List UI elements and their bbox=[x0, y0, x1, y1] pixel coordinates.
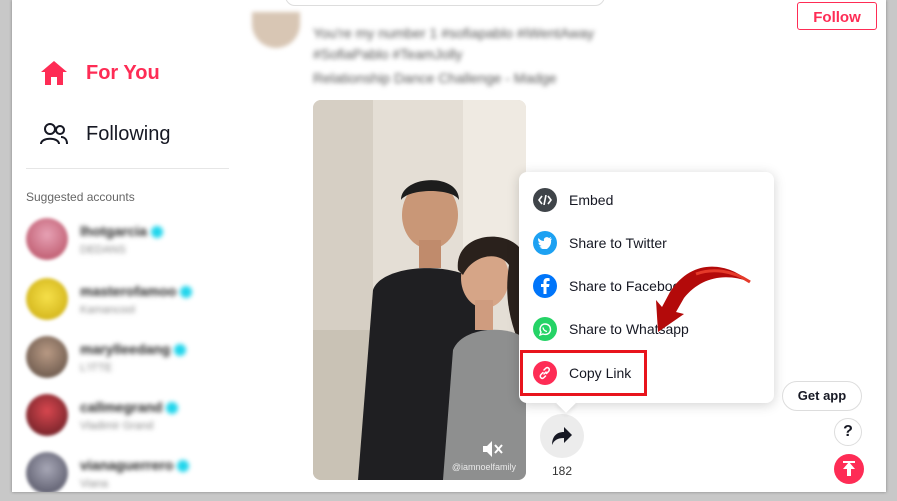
menu-caret bbox=[556, 393, 576, 413]
nav-for-you-label: For You bbox=[86, 61, 160, 84]
suggested-account[interactable]: vianaguerrero Viana bbox=[26, 452, 190, 492]
avatar bbox=[26, 452, 68, 492]
home-icon bbox=[41, 61, 67, 85]
arrow-up-icon bbox=[843, 461, 855, 476]
account-name: vianaguerrero bbox=[80, 456, 190, 473]
post-sound[interactable]: Relationship Dance Challenge - Madge bbox=[313, 70, 557, 86]
nav-for-you[interactable]: For You bbox=[40, 60, 160, 86]
get-app-button[interactable]: Get app bbox=[782, 381, 862, 411]
verified-icon bbox=[177, 459, 190, 472]
search-bar[interactable] bbox=[285, 0, 605, 6]
verified-icon bbox=[166, 401, 179, 414]
suggested-account[interactable]: marylleedang L'ITTE bbox=[26, 336, 187, 378]
post-caption: You're my number 1 #sofiapablo #iWentAwa… bbox=[313, 25, 595, 41]
menu-item-label: Embed bbox=[569, 192, 614, 208]
video-player[interactable]: @iamnoelfamily bbox=[313, 100, 526, 480]
menu-item-label: Share to Twitter bbox=[569, 235, 667, 251]
verified-icon bbox=[180, 285, 193, 298]
account-name: marylleedang bbox=[80, 340, 187, 357]
video-frame bbox=[313, 100, 526, 480]
account-name-text: vianaguerrero bbox=[80, 456, 174, 473]
account-name: lhotgarcia bbox=[80, 223, 163, 239]
account-subtitle: DEDANS bbox=[80, 243, 126, 256]
avatar bbox=[26, 218, 68, 260]
menu-item-embed[interactable]: Embed bbox=[533, 185, 613, 215]
nav-following[interactable]: Following bbox=[40, 122, 170, 146]
verified-icon bbox=[150, 225, 163, 238]
copy-link-highlight-box bbox=[520, 350, 647, 396]
account-subtitle: Kamancool bbox=[80, 303, 136, 316]
account-name-text: masterofamoo bbox=[80, 282, 177, 299]
twitter-icon bbox=[533, 231, 557, 255]
facebook-icon bbox=[533, 274, 557, 298]
account-subtitle: Vladimir Grand bbox=[80, 419, 154, 432]
sidebar-divider bbox=[26, 168, 229, 169]
suggested-accounts-title: Suggested accounts bbox=[26, 190, 135, 204]
account-subtitle: Viana bbox=[80, 477, 108, 490]
account-name: masterofamoo bbox=[80, 282, 193, 299]
post-hashtags[interactable]: #SofiaPablo #TeamJolly bbox=[313, 46, 462, 62]
annotation-arrow bbox=[656, 266, 751, 332]
avatar bbox=[26, 394, 68, 436]
scroll-to-top-button[interactable] bbox=[834, 454, 864, 484]
author-avatar[interactable] bbox=[252, 12, 300, 48]
share-button[interactable] bbox=[540, 414, 584, 458]
account-name-text: marylleedang bbox=[80, 340, 171, 357]
account-subtitle: L'ITTE bbox=[80, 361, 113, 374]
embed-icon bbox=[533, 188, 557, 212]
nav-following-label: Following bbox=[86, 122, 171, 145]
avatar bbox=[26, 278, 68, 320]
share-arrow-icon bbox=[552, 427, 572, 445]
video-watermark: @iamnoelfamily bbox=[451, 462, 516, 472]
account-name-text: lhotgarcia bbox=[80, 222, 147, 239]
whatsapp-icon bbox=[533, 317, 557, 341]
help-button[interactable]: ? bbox=[834, 418, 862, 446]
suggested-account[interactable]: lhotgarcia DEDANS bbox=[26, 218, 163, 260]
follow-button[interactable]: Follow bbox=[797, 2, 877, 30]
share-count: 182 bbox=[551, 464, 573, 478]
account-name-text: callmegrand bbox=[80, 398, 163, 415]
suggested-account[interactable]: callmegrand Vladimir Grand bbox=[26, 394, 179, 436]
tiktok-page: Follow For You Following Suggested accou… bbox=[12, 0, 886, 492]
account-name: callmegrand bbox=[80, 398, 179, 415]
users-icon bbox=[40, 123, 68, 145]
avatar bbox=[26, 336, 68, 378]
mute-icon[interactable] bbox=[482, 440, 504, 458]
suggested-account[interactable]: masterofamoo Kamancool bbox=[26, 278, 193, 320]
verified-icon bbox=[174, 343, 187, 356]
